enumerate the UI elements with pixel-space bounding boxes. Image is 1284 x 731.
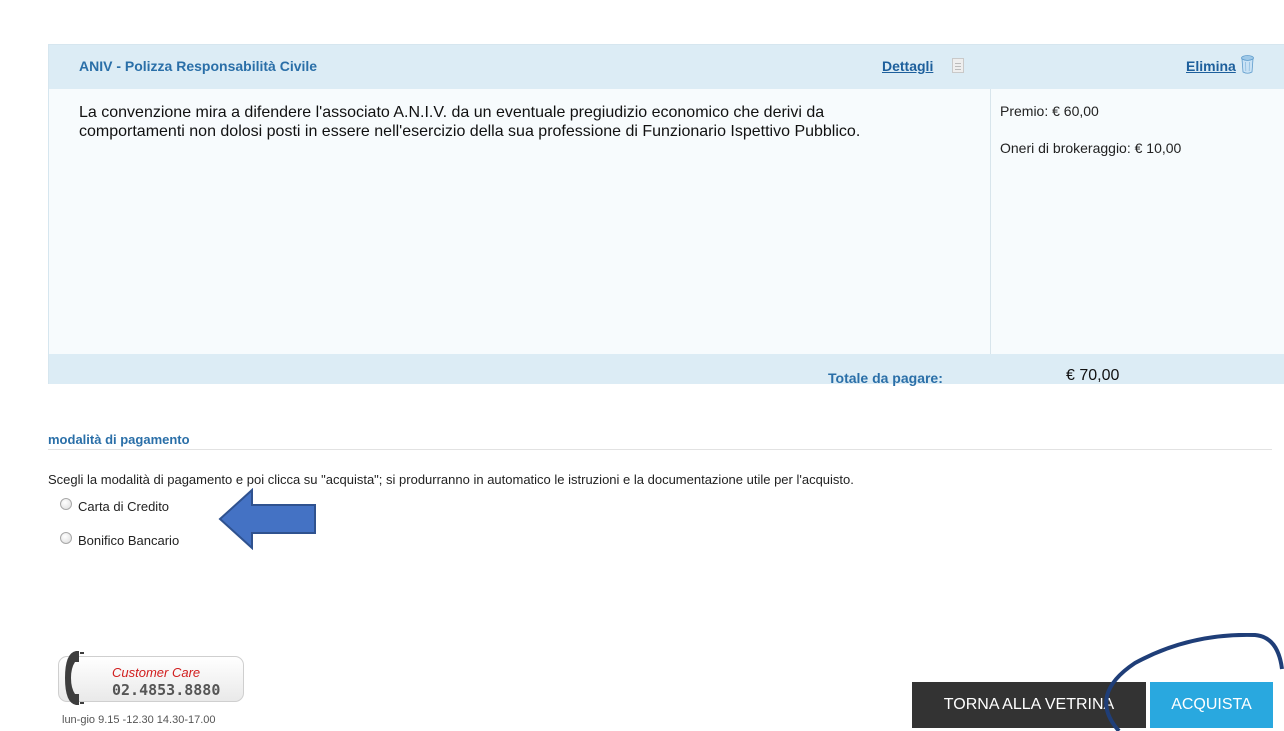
- total-label: Totale da pagare:: [828, 370, 943, 386]
- arrow-left-icon: [218, 488, 316, 550]
- customer-care-title: Customer Care: [112, 665, 201, 680]
- product-title: ANIV - Polizza Responsabilità Civile: [79, 58, 318, 74]
- column-separator: [990, 89, 991, 354]
- customer-care-hours: lun-gio 9.15 -12.30 14.30-17.00: [62, 714, 216, 726]
- annotation-circle: [1104, 633, 1284, 731]
- radio-label-bank-transfer[interactable]: Bonifico Bancario: [78, 533, 179, 548]
- customer-care-phone: 02.4853.8880: [112, 681, 221, 699]
- radio-bank-transfer[interactable]: [60, 532, 72, 544]
- delete-link[interactable]: Elimina: [1186, 58, 1236, 74]
- total-value: € 70,00: [1066, 367, 1120, 384]
- radio-label-credit-card[interactable]: Carta di Credito: [78, 499, 169, 514]
- payment-section-title: modalità di pagamento: [48, 432, 190, 447]
- trash-icon[interactable]: [1241, 55, 1254, 74]
- phone-icon: [65, 651, 84, 705]
- payment-instructions: Scegli la modalità di pagamento e poi cl…: [48, 472, 854, 487]
- section-divider: [48, 449, 1272, 450]
- brokerage-fee: Oneri di brokeraggio: € 10,00: [1000, 140, 1182, 156]
- premium-value: Premio: € 60,00: [1000, 103, 1099, 119]
- product-table: [48, 44, 1284, 384]
- document-icon[interactable]: [952, 58, 964, 73]
- details-link[interactable]: Dettagli: [882, 58, 933, 74]
- radio-credit-card[interactable]: [60, 498, 72, 510]
- product-description: La convenzione mira a difendere l'associ…: [79, 104, 861, 140]
